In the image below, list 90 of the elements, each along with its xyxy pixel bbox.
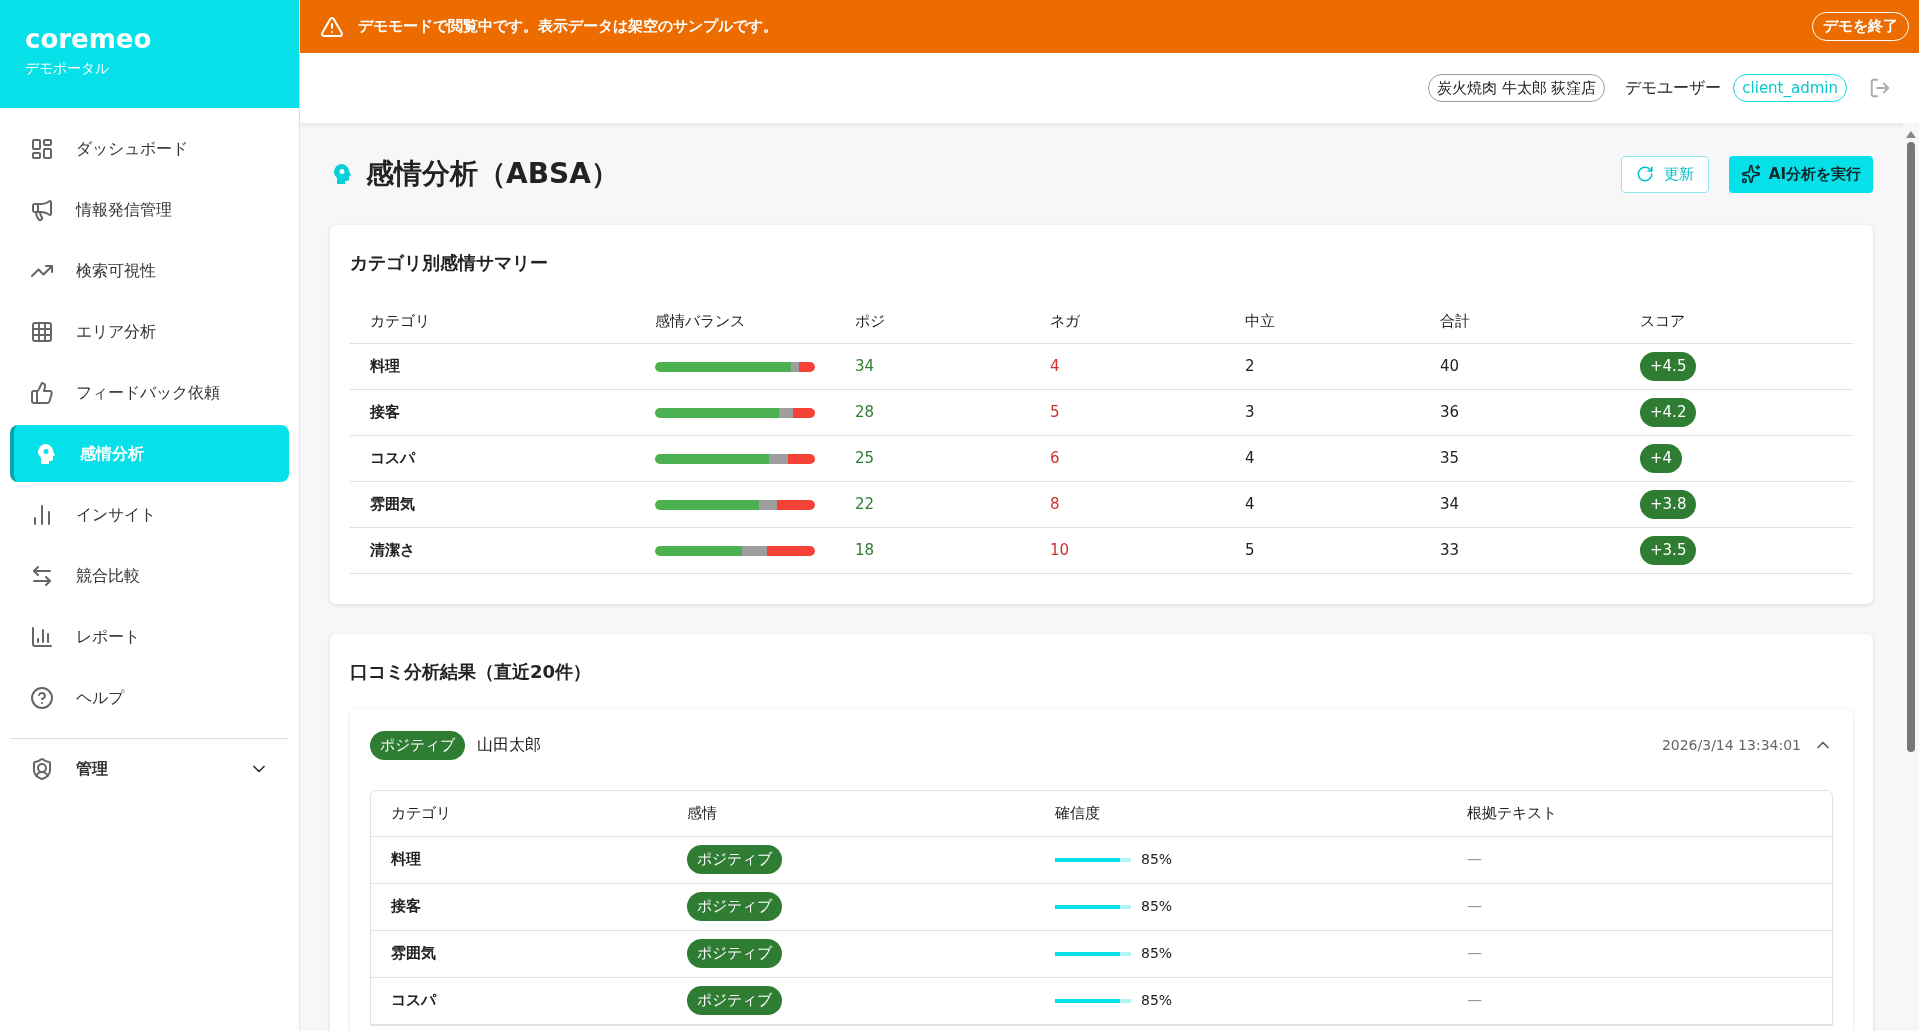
sentiment-badge: ポジティブ <box>687 986 782 1015</box>
table-cell: 40 <box>1420 344 1620 390</box>
table-cell: — <box>1447 836 1832 884</box>
table-cell: 接客 <box>371 883 667 931</box>
sidebar-item[interactable]: 情報発信管理 <box>10 181 289 238</box>
reviewer-name: 山田太郎 <box>477 734 542 757</box>
megaphone-icon <box>30 197 54 222</box>
column-header: スコア <box>1620 300 1853 344</box>
arrows-icon <box>30 563 54 588</box>
refresh-icon <box>1635 165 1654 183</box>
sentiment-badge: ポジティブ <box>687 845 782 874</box>
table-cell: 18 <box>835 528 1030 574</box>
column-header: 根拠テキスト <box>1447 790 1832 837</box>
score-badge: +4 <box>1640 444 1683 473</box>
help-icon <box>30 685 54 710</box>
score-badge: +4.2 <box>1640 398 1697 427</box>
table-cell: 25 <box>835 436 1030 482</box>
banner-text: デモモードで閲覧中です。表示データは架空のサンプルです。 <box>358 16 779 38</box>
sidebar-item[interactable]: ヘルプ <box>10 669 289 726</box>
column-header: ポジ <box>835 300 1030 344</box>
confidence-reading: 85% <box>1141 991 1173 1010</box>
confidence-reading: 85% <box>1141 944 1173 963</box>
table-cell: 34 <box>835 344 1030 390</box>
table-cell: 8 <box>1030 482 1225 528</box>
card-title: 口コミ分析結果（直近20件） <box>350 660 593 684</box>
column-header: カテゴリ <box>350 300 635 344</box>
table-cell: 4 <box>1225 436 1420 482</box>
sidebar-item[interactable]: エリア分析 <box>10 303 289 360</box>
table-cell: — <box>1447 977 1832 1025</box>
score-badge: +3.8 <box>1640 490 1697 519</box>
column-header: 合計 <box>1420 300 1620 344</box>
logout-icon[interactable] <box>1869 77 1891 99</box>
sidebar-item[interactable]: フィードバック依頼 <box>10 364 289 421</box>
column-header: 感情 <box>667 790 1035 837</box>
table-cell: 4 <box>1030 344 1225 390</box>
run-ai-button[interactable]: AI分析を実行 <box>1728 155 1873 193</box>
brand-logo: coremeo <box>25 26 153 52</box>
brand-subtitle: デモポータル <box>25 59 110 78</box>
confidence-reading: 85% <box>1141 850 1173 869</box>
table-cell: 6 <box>1030 436 1225 482</box>
column-header: 確信度 <box>1035 790 1447 837</box>
table-cell: 35 <box>1420 436 1620 482</box>
table-cell: 5 <box>1225 528 1420 574</box>
table-cell: 料理 <box>371 836 667 884</box>
sidebar-item[interactable]: ダッシュボード <box>10 120 289 177</box>
table-cell: コスパ <box>350 436 635 482</box>
table-cell: 36 <box>1420 390 1620 436</box>
grid-icon <box>30 319 54 344</box>
sidebar-item[interactable]: レポート <box>10 608 289 665</box>
sentiment-badge: ポジティブ <box>370 731 465 760</box>
table-cell: 10 <box>1030 528 1225 574</box>
table-cell: 接客 <box>350 390 635 436</box>
table-cell: 雰囲気 <box>350 482 635 528</box>
table-cell: 2 <box>1225 344 1420 390</box>
bar-chart-icon <box>30 624 54 649</box>
sidebar-item[interactable]: インサイト <box>10 486 289 543</box>
thumbs-up-icon <box>30 380 54 405</box>
score-badge: +3.5 <box>1640 536 1697 565</box>
user-name: デモユーザー <box>1625 77 1722 99</box>
page-title: 感情分析（ABSA） <box>366 156 620 192</box>
table-cell: 28 <box>835 390 1030 436</box>
warning-icon <box>320 14 344 39</box>
table-cell: 料理 <box>350 344 635 390</box>
table-cell: — <box>1447 930 1832 978</box>
column-header: 感情バランス <box>635 300 835 344</box>
table-cell: 33 <box>1420 528 1620 574</box>
table-cell: 雰囲気 <box>371 930 667 978</box>
sidebar-group[interactable]: 管理 <box>0 739 299 799</box>
sentiment-badge: ポジティブ <box>687 939 782 968</box>
column-header: 中立 <box>1225 300 1420 344</box>
sentiment-badge: ポジティブ <box>687 892 782 921</box>
table-cell: 22 <box>835 482 1030 528</box>
sidebar-item[interactable]: 競合比較 <box>10 547 289 604</box>
sparkle-icon <box>1740 164 1761 184</box>
column-header: カテゴリ <box>371 790 667 837</box>
table-cell: コスパ <box>371 977 667 1025</box>
table-cell: — <box>1447 883 1832 931</box>
confidence-reading: 85% <box>1141 897 1173 916</box>
review-date: 2026/3/14 13:34:01 <box>1661 735 1801 755</box>
table-cell: 4 <box>1225 482 1420 528</box>
table-cell: 34 <box>1420 482 1620 528</box>
card-title: カテゴリ別感情サマリー <box>350 251 549 275</box>
dashboard-icon <box>30 136 54 161</box>
score-badge: +4.5 <box>1640 352 1697 381</box>
table-cell: 5 <box>1030 390 1225 436</box>
sidebar-item[interactable]: 検索可視性 <box>10 242 289 299</box>
shield-user-icon <box>30 757 54 781</box>
table-cell: 3 <box>1225 390 1420 436</box>
column-header: ネガ <box>1030 300 1225 344</box>
table-cell: 清潔さ <box>350 528 635 574</box>
